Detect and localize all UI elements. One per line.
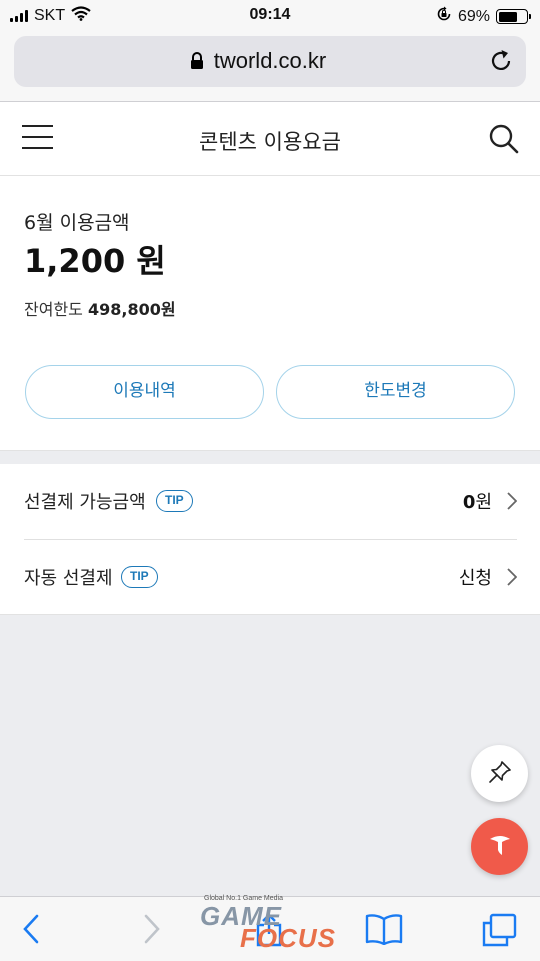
list-item-value: 신청 bbox=[459, 564, 492, 590]
tworld-logo-icon bbox=[485, 830, 515, 864]
auto-prepay-action: 신청 bbox=[458, 568, 492, 589]
back-icon[interactable] bbox=[22, 913, 40, 949]
page-title: 콘텐츠 이용요금 bbox=[199, 130, 341, 154]
battery-fill bbox=[498, 11, 518, 22]
search-icon[interactable] bbox=[488, 123, 520, 159]
address-bar[interactable]: tworld.co.kr bbox=[14, 36, 526, 87]
browser-url-area: tworld.co.kr bbox=[0, 32, 540, 102]
url-text: tworld.co.kr bbox=[213, 48, 327, 73]
battery-icon bbox=[496, 9, 531, 24]
pin-button[interactable] bbox=[471, 745, 528, 802]
forward-icon[interactable] bbox=[143, 913, 161, 949]
month-usage-label: 6월 이용금액 bbox=[24, 212, 130, 234]
watermark-focus: FOCUS bbox=[240, 923, 336, 953]
battery-percent: 69% bbox=[457, 7, 490, 25]
usage-summary-card: 6월 이용금액 1,200 원 잔여한도 498,800원 이용내역 한도변경 bbox=[0, 176, 540, 451]
chevron-right-icon bbox=[507, 568, 518, 590]
bookmarks-icon[interactable] bbox=[365, 913, 403, 949]
list-item-value: 0원 bbox=[463, 488, 492, 514]
tip-badge[interactable]: TIP bbox=[156, 490, 193, 512]
usage-amount: 1,200 원 bbox=[24, 242, 166, 280]
pin-icon bbox=[487, 759, 513, 789]
tip-badge[interactable]: TIP bbox=[121, 566, 158, 588]
app-header: 콘텐츠 이용요금 bbox=[0, 102, 540, 176]
list-item-label: 자동 선결제 bbox=[24, 568, 113, 589]
reload-icon[interactable] bbox=[488, 48, 514, 78]
status-right: 69% bbox=[436, 6, 531, 27]
remaining-limit: 잔여한도 498,800원 bbox=[24, 296, 176, 320]
list-item-auto-prepay[interactable]: 자동 선결제 TIP 신청 bbox=[0, 540, 540, 615]
status-bar: SKT 09:14 69% bbox=[0, 0, 540, 32]
prepay-options-list: 선결제 가능금액 TIP 0원 자동 선결제 TIP 신청 bbox=[0, 464, 540, 615]
list-item-label: 선결제 가능금액 bbox=[24, 492, 146, 513]
chevron-right-icon bbox=[507, 492, 518, 514]
rotation-lock-icon bbox=[436, 6, 452, 27]
change-limit-button[interactable]: 한도변경 bbox=[276, 365, 515, 419]
list-item-prepay-available[interactable]: 선결제 가능금액 TIP 0원 bbox=[0, 464, 540, 540]
usage-history-button[interactable]: 이용내역 bbox=[25, 365, 264, 419]
tworld-button[interactable] bbox=[471, 818, 528, 875]
prepay-unit: 원 bbox=[475, 492, 492, 513]
gamefocus-watermark: Global No.1 Game Media GAME FOCUS bbox=[196, 895, 346, 955]
prepay-amount: 0 bbox=[462, 492, 476, 513]
tabs-icon[interactable] bbox=[481, 913, 517, 951]
remaining-limit-value: 498,800원 bbox=[87, 300, 176, 319]
remaining-limit-label: 잔여한도 bbox=[24, 300, 83, 319]
